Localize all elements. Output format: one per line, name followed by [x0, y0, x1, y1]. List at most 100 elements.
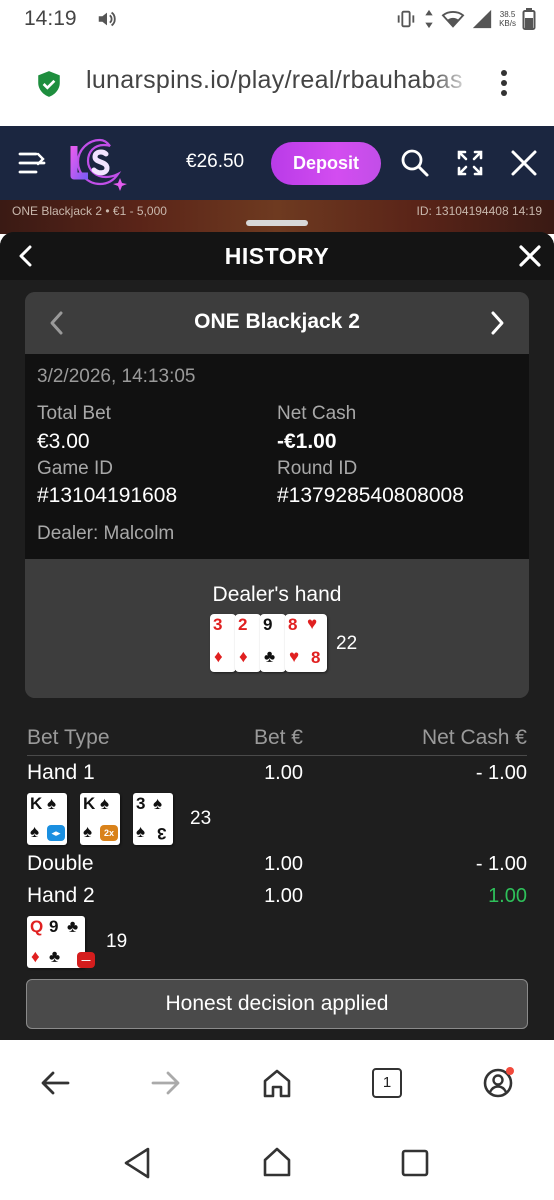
card-suit: ♠ — [136, 822, 146, 841]
card-suit: ♠ — [30, 822, 40, 841]
more-vert-icon[interactable] — [494, 68, 514, 98]
card-rank: 9 — [263, 615, 273, 634]
card-suit: ♥ — [307, 614, 318, 633]
volume-icon — [98, 11, 116, 27]
account-icon[interactable] — [481, 1066, 515, 1100]
history-header: HISTORY — [0, 232, 554, 280]
dealer-card: 3 ♦ — [210, 614, 236, 672]
card-rank: 3 — [157, 824, 167, 843]
signal-icon — [472, 9, 492, 29]
game-info-strip: ONE Blackjack 2 • €1 - 5,000 ID: 1310419… — [0, 200, 554, 234]
card-rank: K — [30, 794, 43, 813]
row-hand1-net: - 1.00 — [475, 762, 527, 784]
hand1-card: K ♠ ♠ ◂▸ — [27, 793, 67, 845]
card-suit: ♠ — [100, 794, 110, 813]
round-card: ONE Blackjack 2 3/2/2026, 14:13:05 Total… — [25, 292, 529, 698]
stand-badge-icon: — — [77, 952, 95, 968]
battery-icon — [522, 8, 536, 30]
net-cash-value: -€1.00 — [277, 430, 337, 453]
round-details: 3/2/2026, 14:13:05 Total Bet Net Cash €3… — [25, 354, 529, 559]
nav-back-icon[interactable] — [122, 1146, 152, 1180]
total-bet-label: Total Bet — [37, 403, 111, 424]
round-id-time: ID: 13104194408 14:19 — [416, 204, 542, 218]
game-title: ONE Blackjack 2 — [194, 310, 360, 333]
hand1-card: 3 ♠ ♠ 3 — [133, 793, 173, 845]
network-speed: 38.5 KB/s — [499, 10, 516, 28]
double-badge-icon: 2x — [100, 825, 118, 841]
vibrate-icon — [397, 10, 415, 28]
card-rank: 8 — [311, 648, 321, 667]
android-nav-bar — [0, 1130, 554, 1200]
deposit-button[interactable]: Deposit — [271, 142, 381, 185]
table-limits: ONE Blackjack 2 • €1 - 5,000 — [12, 204, 167, 218]
speed-value: 38.5 — [499, 10, 516, 19]
speed-unit: KB/s — [499, 19, 516, 28]
honest-decision-button[interactable]: Honest decision applied — [26, 979, 528, 1029]
account-balance: €26.50 — [186, 151, 245, 172]
status-bar: 14:19 38.5 KB/s — [0, 0, 554, 40]
card-suit: ♥ — [289, 647, 300, 666]
hand2-score: 19 — [106, 931, 128, 952]
search-icon[interactable] — [400, 148, 430, 178]
net-cash-label: Net Cash — [277, 403, 357, 424]
menu-icon[interactable] — [18, 150, 46, 176]
card-suit: ♣ — [264, 647, 276, 666]
site-header: €26.50 Deposit — [0, 126, 554, 200]
status-icons: 38.5 KB/s — [395, 6, 536, 32]
row-double-label: Double — [27, 852, 94, 875]
card-rank: 2 — [238, 615, 248, 634]
shield-lock-icon[interactable] — [36, 70, 62, 98]
card-suit: ♦ — [31, 947, 40, 966]
card-suit: ♠ — [153, 794, 163, 813]
card-suit: ♣ — [49, 947, 61, 966]
data-arrows-icon — [425, 9, 433, 29]
dealer-card: 9 ♣ — [260, 614, 286, 672]
back-arrow-icon[interactable] — [38, 1066, 72, 1100]
tabs-count-button[interactable]: 1 — [372, 1068, 402, 1098]
card-rank: 3 — [136, 794, 146, 813]
game-id-label: Game ID — [37, 458, 114, 479]
row-hand2-label: Hand 2 — [27, 884, 95, 907]
forward-arrow-icon[interactable] — [149, 1066, 183, 1100]
browser-url-bar: lunarspins.io/play/real/rbauhabas — [0, 40, 554, 126]
dealer-score: 22 — [336, 633, 358, 654]
url-text[interactable]: lunarspins.io/play/real/rbauhabas — [86, 66, 470, 95]
card-suit: ♠ — [47, 794, 57, 813]
dealer-hand-section: Dealer's hand 3 ♦ 2 ♦ 9 ♣ 8 ♥ ♥ 8 22 — [25, 559, 529, 698]
lunarspins-logo[interactable] — [66, 136, 128, 192]
dealer-name: Dealer: Malcolm — [37, 523, 175, 544]
card-rank: 8 — [288, 615, 298, 634]
table-divider — [27, 755, 527, 756]
close-icon[interactable] — [510, 149, 538, 177]
status-time: 14:19 — [24, 7, 77, 30]
card-suit: ♦ — [239, 647, 248, 666]
dealer-card: 2 ♦ — [235, 614, 261, 672]
card-rank: K — [83, 794, 96, 813]
row-hand2-bet: 1.00 — [264, 885, 303, 907]
card-rank: 9 — [49, 917, 59, 936]
row-double-bet: 1.00 — [264, 853, 303, 875]
split-badge-icon: ◂▸ — [47, 825, 65, 841]
row-hand1-bet: 1.00 — [264, 762, 303, 784]
hand1-score: 23 — [190, 808, 212, 829]
round-datetime: 3/2/2026, 14:13:05 — [37, 366, 196, 387]
dealer-card: 8 ♥ ♥ 8 — [285, 614, 327, 672]
row-hand2-net: 1.00 — [488, 885, 527, 907]
total-bet-value: €3.00 — [37, 430, 90, 453]
game-id-value: #13104191608 — [37, 484, 178, 507]
browser-bottom-nav — [0, 1040, 554, 1130]
home-icon[interactable] — [260, 1066, 294, 1100]
col-bet-type: Bet Type — [27, 726, 110, 749]
nav-home-icon[interactable] — [261, 1146, 293, 1178]
col-bet: Bet € — [253, 726, 303, 749]
round-navigation: ONE Blackjack 2 — [25, 292, 529, 354]
fullscreen-icon[interactable] — [456, 149, 484, 177]
drag-handle[interactable] — [246, 220, 308, 226]
next-chevron-icon[interactable] — [485, 310, 509, 336]
close-icon[interactable] — [518, 244, 542, 268]
round-id-value: #137928540808008 — [277, 484, 464, 507]
nav-recents-icon[interactable] — [401, 1149, 429, 1177]
history-panel: HISTORY ONE Blackjack 2 3/2/2026, 14:13:… — [0, 232, 554, 1040]
card-rank: 3 — [213, 615, 223, 634]
row-double-net: - 1.00 — [475, 853, 527, 875]
